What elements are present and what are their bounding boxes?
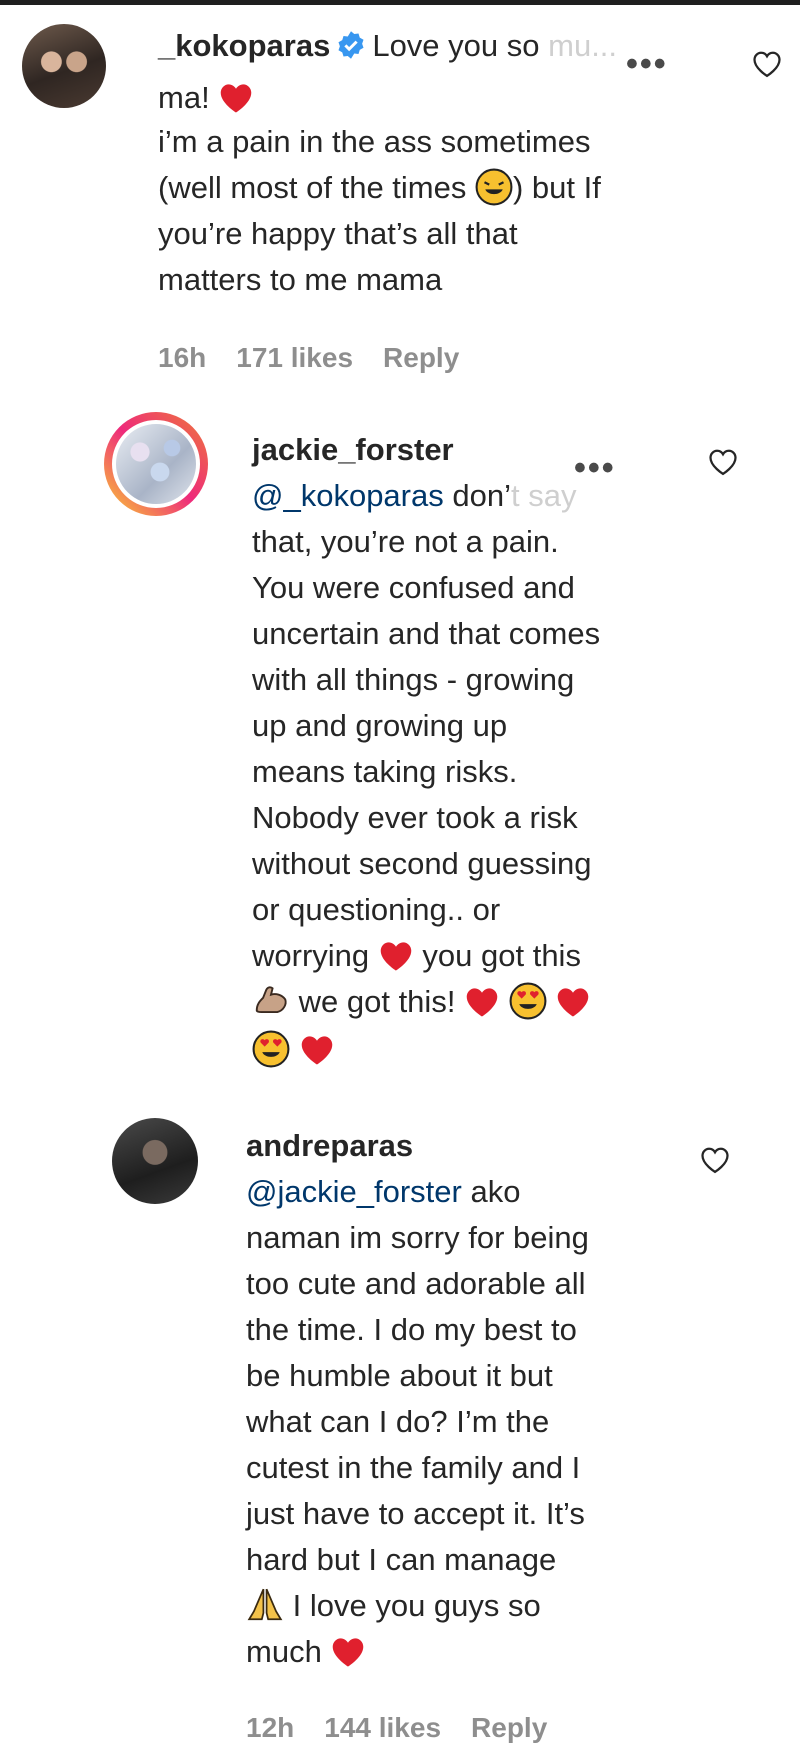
heart-outline-icon[interactable] <box>708 448 738 476</box>
avatar[interactable] <box>112 1118 198 1204</box>
heart-emoji-icon <box>301 1036 332 1065</box>
comment-line: the time. I do my best to <box>246 1312 577 1347</box>
heart-outline-icon[interactable] <box>752 50 782 78</box>
comment-line: ma! <box>158 76 254 120</box>
heart-eyes-emoji-icon <box>509 982 547 1020</box>
comment-meta: 12h 144 likes Reply <box>246 1712 577 1744</box>
comment-line: @jackie_forster ako <box>246 1170 520 1214</box>
folded-hands-emoji-icon <box>247 1588 283 1621</box>
comment-text: we got this! <box>298 984 456 1019</box>
laughing-face-emoji-icon <box>475 168 513 206</box>
comment-text: I love you guys so <box>292 1588 541 1623</box>
comment-text: you got this <box>422 938 581 973</box>
mention-link[interactable]: @_kokoparas <box>252 478 444 513</box>
heart-emoji-icon <box>380 942 412 971</box>
top-divider <box>0 0 800 5</box>
comment-line: be humble about it but <box>246 1358 553 1393</box>
comment-line: naman im sorry for being <box>246 1220 589 1255</box>
mention-link[interactable]: @jackie_forster <box>246 1174 462 1209</box>
comment-line: worrying you got this <box>252 934 581 978</box>
timestamp: 16h <box>158 342 207 373</box>
comment-text: worrying <box>252 938 370 973</box>
comment-line: cutest in the family and I <box>246 1450 581 1485</box>
more-options-icon[interactable]: ••• <box>626 47 668 81</box>
flexed-biceps-emoji-icon <box>255 986 287 1014</box>
timestamp: 12h <box>246 1712 295 1743</box>
reply-button[interactable]: Reply <box>471 1712 547 1743</box>
reply-button[interactable]: Reply <box>383 342 459 373</box>
comment-text: (well most of the times <box>158 170 467 205</box>
more-options-icon[interactable]: ••• <box>574 451 616 485</box>
comment-text: much <box>246 1634 322 1669</box>
comment-line: i’m a pain in the ass sometimes <box>158 124 591 159</box>
comment-line: that, you’re not a pain. <box>252 524 559 559</box>
comment-line: up and growing up <box>252 708 508 743</box>
comment-line: just have to accept it. It’s <box>246 1496 585 1531</box>
comment-text: ) but If <box>513 170 601 205</box>
truncated-text: mu... <box>548 28 618 63</box>
avatar[interactable] <box>112 420 200 508</box>
comment-meta: 16h 171 likes Reply <box>158 342 489 374</box>
comment-line: or questioning.. or <box>252 892 501 927</box>
heart-emoji-icon <box>558 988 589 1017</box>
comment-line: with all things - growing <box>252 662 575 697</box>
comment-line: uncertain and that comes <box>252 616 601 651</box>
comment-first-line: _kokoparas Love you so mu... <box>158 24 617 68</box>
likes-count[interactable]: 171 likes <box>236 342 353 373</box>
username[interactable]: _kokoparas <box>158 28 330 63</box>
likes-count[interactable]: 144 likes <box>324 1712 441 1743</box>
comment-text: ako <box>470 1174 521 1209</box>
username-text[interactable]: andreparas <box>246 1128 413 1163</box>
comment-line: means taking risks. <box>252 754 518 789</box>
username-text[interactable]: jackie_forster <box>252 432 454 467</box>
comment-line: hard but I can manage <box>246 1542 557 1577</box>
comment-text: Love you so <box>372 28 540 63</box>
comment-line: you’re happy that’s all that <box>158 216 518 251</box>
comment-line: Nobody ever took a risk <box>252 800 578 835</box>
comment-line: without second guessing <box>252 846 592 881</box>
avatar[interactable] <box>22 24 106 108</box>
username[interactable]: andreparas <box>246 1124 413 1168</box>
heart-emoji-icon <box>466 988 498 1017</box>
comment-line: we got this! <box>252 980 591 1024</box>
comment-line: I love you guys so <box>246 1584 541 1628</box>
comment-line <box>252 1028 335 1072</box>
heart-emoji-icon <box>221 84 252 113</box>
heart-outline-icon[interactable] <box>700 1146 730 1174</box>
comment-line: You were confused and <box>252 570 575 605</box>
heart-eyes-emoji-icon <box>252 1030 290 1068</box>
comment-text: ma! <box>158 80 210 115</box>
comment-line: much <box>246 1630 366 1674</box>
comment-line: what can I do? I’m the <box>246 1404 550 1439</box>
comment-line: matters to me mama <box>158 262 443 297</box>
truncated-text: t say <box>510 478 577 513</box>
username[interactable]: jackie_forster <box>252 428 454 472</box>
comment-line: too cute and adorable all <box>246 1266 586 1301</box>
heart-emoji-icon <box>333 1638 364 1667</box>
verified-badge-icon <box>338 31 364 59</box>
comment-text: don’ <box>452 478 511 513</box>
comment-line: (well most of the times ) but If <box>158 166 601 210</box>
comment-line: @_kokoparas don’t say <box>252 474 576 518</box>
